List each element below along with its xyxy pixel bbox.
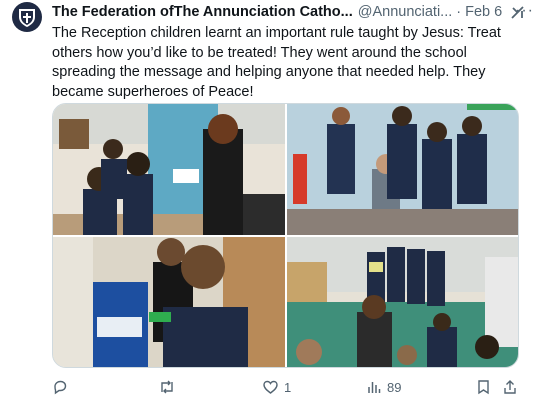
share-button[interactable]: [502, 379, 518, 395]
photo-2[interactable]: [287, 104, 518, 235]
reply-button[interactable]: [52, 379, 73, 395]
more-options-icon[interactable]: ···: [515, 2, 534, 20]
avatar[interactable]: [12, 2, 42, 32]
tweet[interactable]: The Federation ofThe Annunciation Catho.…: [0, 0, 548, 419]
like-count: 1: [284, 379, 292, 395]
views-icon: [368, 382, 381, 393]
separator: ·: [456, 4, 462, 20]
photo-icon: [53, 104, 285, 235]
action-bar: 1 89: [52, 376, 522, 398]
retweet-button[interactable]: [158, 379, 181, 395]
retweet-icon: [161, 380, 173, 394]
heart-icon: [263, 380, 278, 394]
bookmark-icon: [478, 380, 489, 395]
like-button[interactable]: 1: [262, 379, 291, 395]
author-handle[interactable]: @Annunciati...: [358, 4, 453, 20]
views-button[interactable]: 89: [366, 379, 401, 395]
bookmark-button[interactable]: [476, 379, 491, 395]
photo-icon: [287, 104, 518, 235]
author-name[interactable]: The Federation ofThe Annunciation Catho.…: [52, 4, 353, 20]
reply-icon: [54, 380, 67, 395]
crest-icon: [19, 9, 35, 27]
photo-icon: [287, 237, 518, 367]
photo-3[interactable]: [53, 237, 285, 367]
views-count: 89: [387, 379, 402, 395]
tweet-date[interactable]: Feb 6: [465, 4, 502, 20]
share-icon: [504, 380, 516, 394]
tweet-header: The Federation ofThe Annunciation Catho.…: [52, 2, 534, 22]
photo-icon: [53, 237, 285, 367]
tweet-text: The Reception children learnt an importa…: [52, 25, 501, 100]
photo-4[interactable]: [287, 237, 518, 367]
media-grid: [52, 103, 519, 368]
photo-1[interactable]: [53, 104, 285, 235]
